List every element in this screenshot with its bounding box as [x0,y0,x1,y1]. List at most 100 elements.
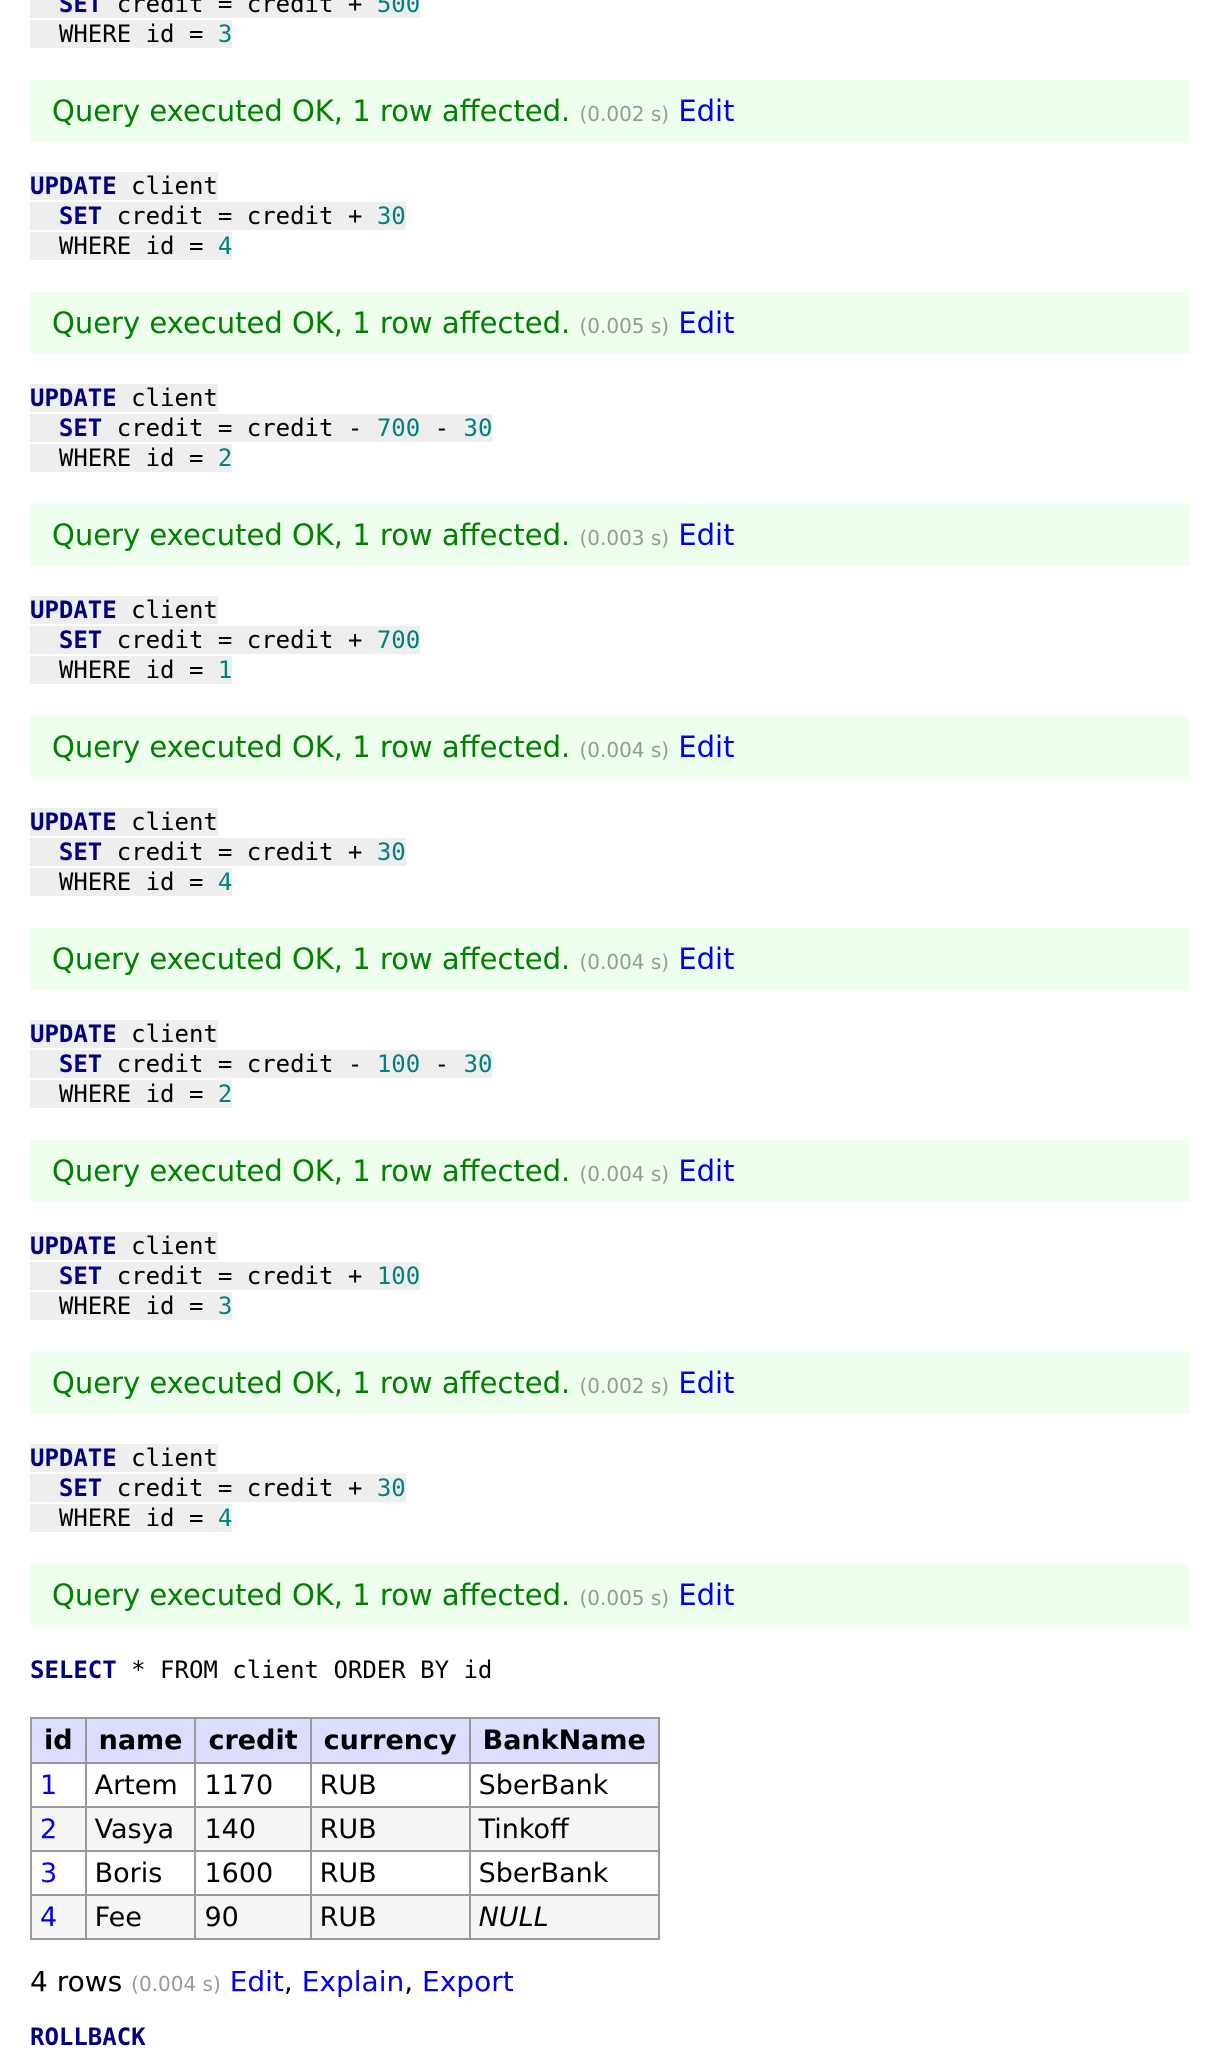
sql-text: WHERE id = [58,1080,218,1108]
result-text: Query executed OK, 1 row affected. [52,518,571,552]
sql-text: client [116,596,218,624]
sql-number: 30 [463,1050,493,1078]
table-cell: Vasya [84,1806,197,1852]
sql-text: - [420,414,464,442]
table-cell: NULL [468,1894,660,1940]
sql-number: 2 [217,1080,233,1108]
column-header-currency: currency [309,1717,471,1764]
sql-text: credit = credit + [102,626,377,654]
execution-time: (0.005 s) [579,1586,670,1610]
sql-keyword: SELECT [30,1656,117,1684]
row-count: 4 rows [30,1965,123,1998]
sql-number: 30 [376,1474,406,1502]
sql-text: client [116,1444,218,1472]
edit-link[interactable]: Edit [678,518,734,552]
query-result-message: Query executed OK, 1 row affected. (0.00… [30,504,1190,566]
sql-number: 30 [463,414,493,442]
table-cell[interactable]: 2 [30,1806,87,1852]
result-text: Query executed OK, 1 row affected. [52,1366,571,1400]
table-cell[interactable]: 3 [30,1850,87,1896]
sql-keyword: UPDATE [30,172,117,200]
edit-link[interactable]: Edit [678,1154,734,1188]
table-cell: RUB [309,1850,471,1896]
column-header-id: id [30,1717,87,1764]
sql-text: WHERE id = [58,444,218,472]
query-result-message: Query executed OK, 1 row affected. (0.00… [30,1352,1190,1414]
execution-time: (0.005 s) [579,314,670,338]
result-text: Query executed OK, 1 row affected. [52,94,571,128]
execution-time: (0.002 s) [579,1374,670,1398]
rollback-statement: ROLLBACK [30,2022,1190,2052]
update-query: UPDATE client SET credit = credit - 700 … [30,383,1190,473]
table-cell: SberBank [468,1850,660,1896]
table-row: 3 Boris 1600 RUB SberBank [30,1850,660,1896]
result-text: Query executed OK, 1 row affected. [52,306,571,340]
query-result-message: Query executed OK, 1 row affected. (0.00… [30,716,1190,778]
sql-keyword: SET [58,414,103,442]
sql-text: credit = credit + [102,1262,377,1290]
execution-time: (0.004 s) [579,950,670,974]
edit-link[interactable]: Edit [678,730,734,764]
export-link[interactable]: Export [422,1965,514,1998]
table-cell: 1170 [194,1762,312,1808]
sql-number: 3 [217,20,233,48]
update-query: UPDATE client SET credit = credit - 100 … [30,1019,1190,1109]
table-cell: Tinkoff [468,1806,660,1852]
sql-text: client [116,172,218,200]
table-cell[interactable]: 4 [30,1894,87,1940]
sql-number: 4 [217,1504,233,1532]
sql-keyword: SET [58,202,103,230]
sql-keyword: SET [58,0,103,18]
sql-number: 4 [217,232,233,260]
edit-link[interactable]: Edit [678,94,734,128]
table-cell: RUB [309,1806,471,1852]
sql-number: 30 [376,202,406,230]
select-query: SELECT * FROM client ORDER BY id [30,1655,1190,1685]
table-body: 1 Artem 1170 RUB SberBank 2 Vasya 140 RUB Tinkoff… [30,1762,660,1940]
sql-text: client [116,1232,218,1260]
sql-text: WHERE id = [58,1292,218,1320]
sql-text: credit = credit + [102,838,377,866]
sql-query-fragment: SET credit = credit + 500 WHERE id = 3 [30,0,1190,49]
sql-text: credit = credit + [102,1474,377,1502]
sql-text: WHERE id = [58,20,218,48]
result-text: Query executed OK, 1 row affected. [52,1578,571,1612]
sql-text: credit = credit - [102,1050,377,1078]
column-header-name: name [84,1717,197,1764]
sql-text: WHERE id = [58,656,218,684]
rows-info: 4 rows (0.004 s) Edit, Explain, Export [30,1965,514,1998]
edit-link[interactable]: Edit [678,1578,734,1612]
sql-number: 100 [376,1050,421,1078]
table-header-row: id name credit currency BankName [30,1717,660,1764]
sql-text: credit = credit + [102,0,377,18]
table-row: 2 Vasya 140 RUB Tinkoff [30,1806,660,1852]
edit-link[interactable]: Edit [678,1366,734,1400]
execution-time: (0.002 s) [579,102,670,126]
table-cell[interactable]: 1 [30,1762,87,1808]
execution-time: (0.004 s) [579,1162,670,1186]
edit-link[interactable]: Edit [678,942,734,976]
column-header-credit: credit [194,1717,312,1764]
table-cell: Boris [84,1850,197,1896]
query-result-message: Query executed OK, 1 row affected. (0.00… [30,928,1190,990]
update-query: UPDATE client SET credit = credit + 100 … [30,1231,1190,1321]
table-cell: Artem [84,1762,197,1808]
column-header-bankname: BankName [468,1717,660,1764]
edit-link[interactable]: Edit [678,306,734,340]
sql-text: WHERE id = [58,868,218,896]
table-cell: 1600 [194,1850,312,1896]
explain-link[interactable]: Explain [302,1965,405,1998]
result-text: Query executed OK, 1 row affected. [52,942,571,976]
sql-number: 4 [217,868,233,896]
sql-number: 30 [376,838,406,866]
sql-number: 700 [376,414,421,442]
sql-keyword: SET [58,626,103,654]
sql-text: WHERE id = [58,232,218,260]
edit-link[interactable]: Edit [230,1965,284,1998]
table-cell: Fee [84,1894,197,1940]
table-cell: 90 [194,1894,312,1940]
execution-time: (0.003 s) [579,526,670,550]
sql-keyword: UPDATE [30,1020,117,1048]
update-query: UPDATE client SET credit = credit + 30 W… [30,807,1190,897]
sql-text: - [420,1050,464,1078]
